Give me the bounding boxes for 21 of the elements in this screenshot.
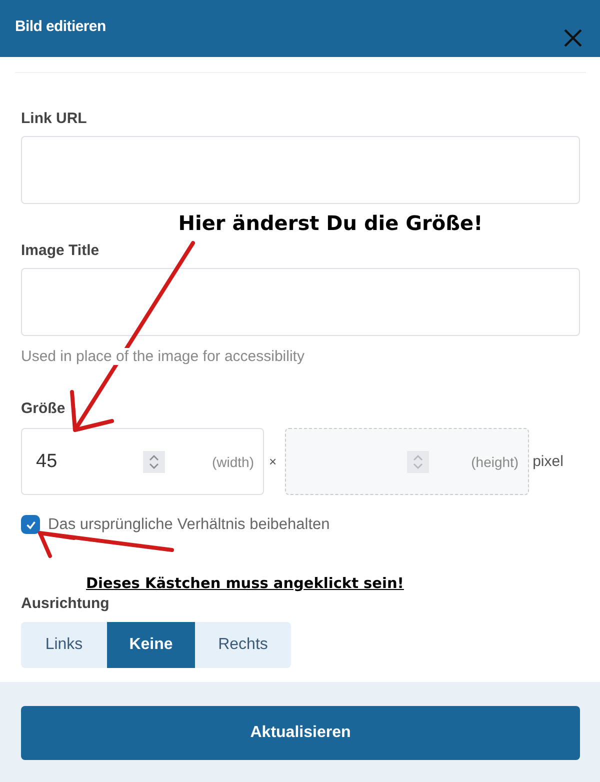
- alignment-option[interactable]: Rechts: [195, 622, 291, 668]
- times-sign: ×: [269, 454, 277, 469]
- check-icon: [24, 518, 36, 530]
- width-field[interactable]: 45 (width): [21, 428, 264, 495]
- checkbox-label: Das ursprüngliche Verhältnis beibehalten: [48, 516, 330, 534]
- link-url-field[interactable]: [21, 136, 580, 204]
- update-button[interactable]: Aktualisieren: [21, 706, 580, 760]
- alignment-option[interactable]: Keine: [107, 622, 195, 668]
- alignment-option[interactable]: Links: [21, 622, 107, 668]
- field-label: Ausrichtung: [21, 595, 110, 612]
- stepper-icon[interactable]: [143, 450, 165, 472]
- field-label: Image Title: [21, 242, 100, 259]
- close-icon[interactable]: [563, 28, 583, 48]
- field-label: Größe: [21, 400, 66, 417]
- annotation-text: Hier änderst Du die Größe!: [178, 211, 483, 235]
- annotation-text: Dieses Kästchen muss angeklickt sein!: [86, 576, 404, 592]
- field-label: Link URL: [21, 110, 88, 127]
- dialog-title: Bild editieren: [15, 18, 106, 35]
- image-title-field[interactable]: [21, 268, 580, 336]
- checkbox[interactable]: [21, 515, 40, 534]
- unit-text: pixel: [532, 453, 564, 470]
